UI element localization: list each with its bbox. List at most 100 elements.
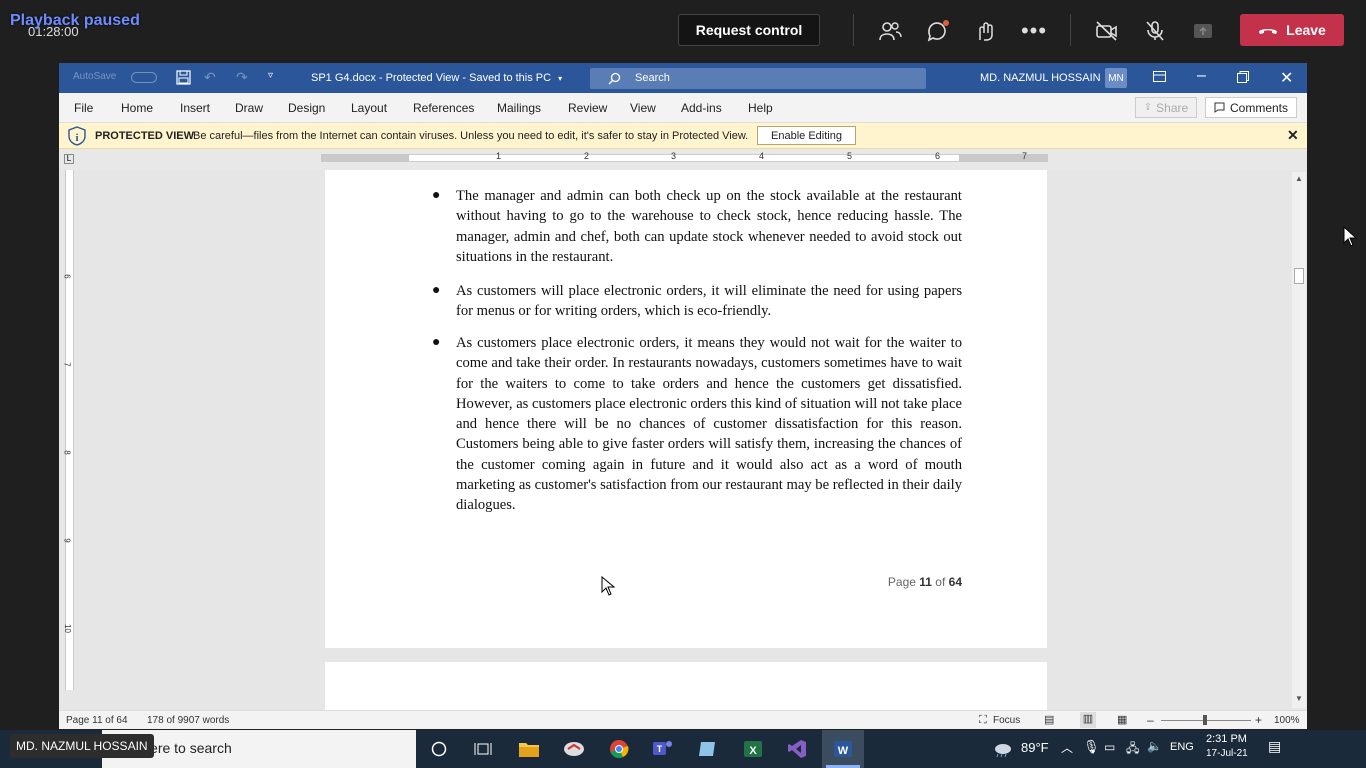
ruler-number: 5	[847, 151, 853, 161]
visual-studio-icon[interactable]	[784, 736, 810, 762]
leave-button[interactable]: Leave	[1240, 14, 1344, 46]
bullet-paragraph: ● As customers will place electronic ord…	[432, 281, 962, 322]
tab-insert[interactable]: Insert	[180, 101, 210, 115]
word-title-bar: AutoSave ↶ ↷ ▿ SP1 G4.docx - Protected V…	[59, 63, 1307, 93]
people-icon[interactable]	[877, 18, 903, 44]
microphone-icon[interactable]: 🎙	[1083, 739, 1100, 755]
svg-text:i: i	[75, 132, 78, 144]
word-taskbar-button[interactable]: W	[822, 730, 864, 768]
svg-text:X: X	[749, 745, 757, 757]
tab-file[interactable]: File	[74, 101, 93, 115]
customize-toolbar-icon[interactable]: ▿	[268, 70, 273, 81]
paragraph-text: The manager and admin can both check up …	[456, 188, 962, 265]
scrollbar-thumb[interactable]	[1294, 268, 1304, 284]
next-document-page[interactable]	[325, 662, 1047, 710]
reactions-icon[interactable]	[973, 18, 999, 44]
ruler-number: 6	[935, 151, 941, 161]
document-page[interactable]: ● The manager and admin can both check u…	[325, 170, 1047, 648]
redo-icon[interactable]: ↷	[236, 69, 248, 86]
notifications-icon[interactable]: ▤	[1268, 738, 1281, 755]
zoom-out-icon[interactable]: –	[1147, 713, 1154, 727]
ribbon-display-options-icon[interactable]	[1153, 71, 1166, 86]
language-indicator[interactable]: ENG	[1170, 741, 1194, 753]
word-count[interactable]: 178 of 9907 words	[147, 715, 229, 726]
mic-off-icon[interactable]	[1142, 18, 1168, 44]
paragraph-text: As customers will place electronic order…	[456, 283, 962, 320]
camera-off-icon[interactable]	[1094, 18, 1120, 44]
footer-total-pages: 64	[948, 575, 962, 589]
share-button[interactable]: ⇪ Share	[1135, 97, 1197, 118]
account-name[interactable]: MD. NAZMUL HOSSAIN	[980, 72, 1101, 84]
clock-time[interactable]: 2:31 PM	[1206, 733, 1247, 745]
word-window: AutoSave ↶ ↷ ▿ SP1 G4.docx - Protected V…	[59, 63, 1307, 729]
request-control-button[interactable]: Request control	[678, 14, 820, 46]
notes-app-icon[interactable]	[695, 736, 721, 762]
scroll-down-icon[interactable]: ▼	[1295, 694, 1303, 703]
minimize-icon[interactable]: –	[1197, 67, 1206, 85]
weather-temp[interactable]: 89°F	[1021, 740, 1049, 755]
tab-layout[interactable]: Layout	[351, 101, 387, 115]
focus-mode-button[interactable]: Focus	[993, 715, 1020, 726]
bullet-paragraph: ● As customers place electronic orders, …	[432, 333, 962, 516]
account-avatar[interactable]: MN	[1105, 68, 1127, 88]
battery-icon[interactable]: ▭	[1104, 740, 1115, 754]
autosave-toggle[interactable]: AutoSave	[73, 71, 163, 85]
more-options-icon[interactable]: •••	[1021, 18, 1047, 44]
svg-text:T: T	[657, 744, 663, 754]
mouse-cursor-icon	[1343, 226, 1357, 247]
tab-draw[interactable]: Draw	[235, 101, 263, 115]
tab-references[interactable]: References	[413, 101, 474, 115]
tab-mailings[interactable]: Mailings	[497, 101, 541, 115]
restore-icon[interactable]	[1237, 71, 1249, 86]
chrome-icon[interactable]	[606, 736, 632, 762]
save-icon[interactable]	[176, 70, 191, 88]
read-mode-icon[interactable]: ▤	[1044, 713, 1054, 726]
tab-add-ins[interactable]: Add-ins	[681, 101, 722, 115]
zoom-in-icon[interactable]: +	[1255, 713, 1262, 727]
scroll-up-icon[interactable]: ▲	[1295, 174, 1303, 183]
snipping-app-icon[interactable]	[561, 736, 587, 762]
tab-help[interactable]: Help	[748, 101, 773, 115]
search-box[interactable]: Search	[590, 68, 926, 89]
zoom-slider-thumb[interactable]	[1203, 715, 1207, 725]
page-count[interactable]: Page 11 of 64	[66, 715, 128, 726]
undo-icon[interactable]: ↶	[204, 69, 216, 86]
vertical-scrollbar[interactable]: ▲ ▼	[1292, 172, 1306, 708]
bullet-icon: ●	[432, 335, 441, 350]
show-hidden-icons-icon[interactable]: ︿	[1061, 739, 1073, 756]
weather-icon[interactable]	[989, 736, 1015, 762]
network-icon[interactable]: 🖧	[1126, 739, 1139, 760]
toolbar-divider	[1070, 14, 1071, 46]
task-view-icon[interactable]	[470, 736, 496, 762]
excel-icon[interactable]: X	[740, 736, 766, 762]
clock-date[interactable]: 17-Jul-21	[1206, 748, 1248, 759]
teams-icon[interactable]: T	[650, 736, 676, 762]
chat-icon[interactable]	[925, 18, 951, 44]
tab-selector-icon[interactable]: L	[64, 154, 74, 164]
ruler-number: 8	[62, 450, 72, 455]
close-icon[interactable]: ✕	[1280, 68, 1293, 88]
comments-button[interactable]: Comments	[1205, 97, 1297, 118]
vertical-ruler[interactable]	[65, 170, 74, 690]
document-title[interactable]: SP1 G4.docx - Protected View - Saved to …	[311, 72, 562, 84]
participant-name-label: MD. NAZMUL HOSSAIN	[10, 734, 154, 758]
zoom-level[interactable]: 100%	[1274, 715, 1300, 726]
svg-text:W: W	[838, 745, 849, 757]
cortana-icon[interactable]	[426, 736, 452, 762]
share-tray-icon[interactable]	[1190, 18, 1216, 44]
volume-icon[interactable]: 🔈	[1147, 739, 1162, 753]
tab-design[interactable]: Design	[288, 101, 325, 115]
tab-view[interactable]: View	[630, 101, 656, 115]
web-layout-icon[interactable]: ▦	[1117, 713, 1127, 726]
enable-editing-button[interactable]: Enable Editing	[757, 126, 856, 145]
footer-page-number: 11	[919, 575, 932, 589]
tab-review[interactable]: Review	[568, 101, 607, 115]
file-explorer-icon[interactable]	[516, 736, 542, 762]
print-layout-icon[interactable]: ▥	[1080, 712, 1096, 728]
close-bar-icon[interactable]: ✕	[1287, 127, 1299, 144]
ruler-number: 9	[62, 538, 72, 543]
document-canvas[interactable]: 6 7 8 9 10 ● The manager and admin can b…	[59, 170, 1307, 710]
ribbon-tabs: File Home Insert Draw Design Layout Refe…	[59, 93, 1307, 123]
tab-home[interactable]: Home	[121, 101, 153, 115]
hang-up-icon	[1259, 29, 1278, 34]
